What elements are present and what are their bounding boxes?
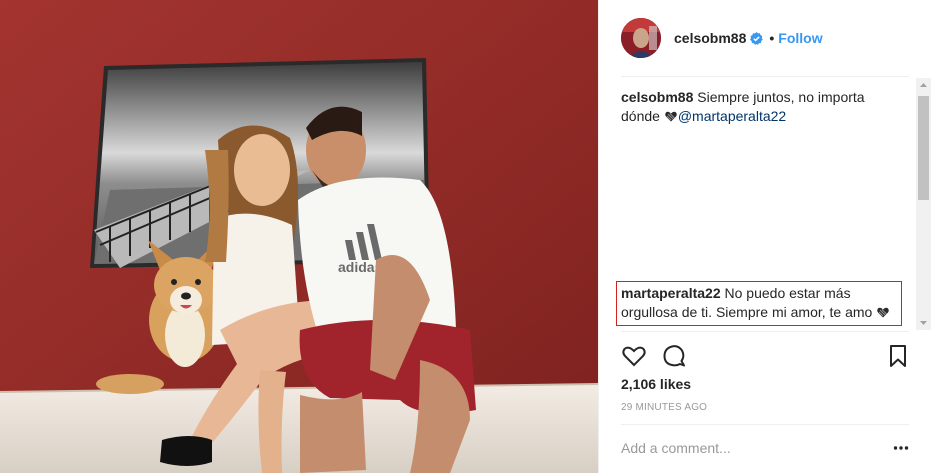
black-heart-icon [665,108,677,122]
header-username[interactable]: celsobm88 [674,30,746,46]
actions-divider [621,331,909,332]
black-heart-icon [877,304,889,318]
scroll-down-arrow-icon[interactable] [916,316,931,330]
add-comment-divider [621,424,909,425]
post-photo[interactable]: adidas [0,0,598,473]
highlighted-comment: martaperalta22 No puedo estar más orgull… [616,281,902,326]
post-timestamp[interactable]: 29 MINUTES AGO [621,402,707,413]
comment-icon[interactable] [661,343,687,369]
caption-username[interactable]: celsobm88 [621,89,693,105]
comments-area: celsobm88 Siempre juntos, no importa dón… [616,88,902,328]
scrollbar-thumb[interactable] [918,96,929,200]
avatar-image [621,18,661,58]
comment-username[interactable]: martaperalta22 [621,285,721,301]
likes-count[interactable]: 2,106 likes [621,376,691,392]
separator-dot: • [769,30,775,46]
avatar[interactable] [621,18,661,58]
verified-badge-icon [750,31,764,45]
instagram-post: adidas celsobm88 • Follow celsobm88 Siem… [0,0,931,473]
post-side-panel: celsobm88 • Follow celsobm88 Siempre jun… [598,0,931,473]
couple-with-dog-photo: adidas [0,0,598,473]
header-divider [621,76,909,77]
heart-icon[interactable] [621,343,647,369]
bookmark-icon[interactable] [885,343,911,369]
comments-scrollbar[interactable] [916,78,931,330]
mention-link[interactable]: @martaperalta22 [678,108,786,124]
more-options-icon[interactable] [893,440,909,456]
action-bar [621,343,911,369]
scroll-up-arrow-icon[interactable] [916,78,931,92]
add-comment-input[interactable] [621,437,876,459]
post-header: celsobm88 • Follow [599,0,931,76]
follow-button[interactable]: Follow [778,30,822,46]
caption: celsobm88 Siempre juntos, no importa dón… [621,88,901,126]
